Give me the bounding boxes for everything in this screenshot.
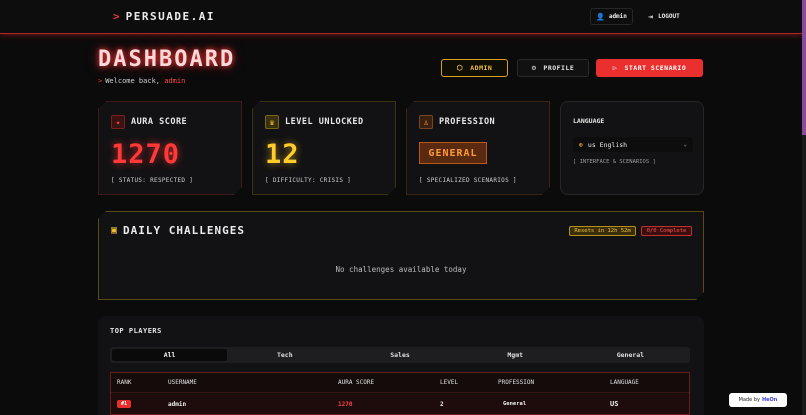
col-level: LEVEL: [440, 379, 459, 386]
level-difficulty: [ DIFFICULTY: CRISIS ]: [265, 177, 352, 184]
col-aura-score: AURA SCORE: [338, 379, 375, 386]
logout-button[interactable]: ⇥ LOGOUT: [640, 8, 688, 25]
tab-mgmt[interactable]: Mgmt: [458, 349, 573, 361]
aura-score-value: 1270: [111, 139, 181, 170]
row-level: 2: [440, 400, 444, 408]
top-players-panel: TOP PLAYERS All Tech Sales Mgmt General …: [98, 316, 704, 415]
profession-badge: GENERAL: [419, 142, 487, 164]
row-language: US: [610, 400, 619, 408]
col-profession: PROFESSION: [498, 379, 535, 386]
chevron-down-icon: ⌄: [683, 141, 687, 148]
brand-name: PERSUADE.AI: [125, 10, 215, 23]
admin-button[interactable]: ⬡ ADMIN: [441, 59, 508, 77]
profile-button[interactable]: ⚙ PROFILE: [517, 59, 589, 77]
play-icon: ▷: [612, 64, 618, 72]
profile-button-label: PROFILE: [543, 64, 575, 72]
globe-icon: ⊕: [579, 140, 583, 149]
tab-sales[interactable]: Sales: [342, 349, 457, 361]
trophy-icon: ♛: [265, 115, 279, 129]
logout-icon: ⇥: [648, 12, 654, 21]
tab-general[interactable]: General: [573, 349, 688, 361]
aura-score-label: AURA SCORE: [131, 117, 188, 127]
logout-label: LOGOUT: [658, 13, 680, 20]
language-note: [ INTERFACE & SCENARIOS ]: [573, 159, 656, 165]
shield-icon: ⬡: [456, 64, 464, 72]
welcome-message: > Welcome back, admin: [98, 77, 185, 85]
admin-button-label: ADMIN: [470, 64, 493, 72]
language-select[interactable]: ⊕ us English ⌄: [573, 137, 693, 152]
made-by-badge[interactable]: Made by HeOn: [729, 393, 787, 407]
user-name: admin: [608, 13, 627, 20]
page-scrollbar[interactable]: [802, 0, 806, 415]
briefcase-icon: ♙: [419, 115, 433, 129]
aura-score-card: ✦ AURA SCORE 1270 [ STATUS: RESPECTED ]: [98, 101, 242, 195]
leaderboard-table: RANK USERNAME AURA SCORE LEVEL PROFESSIO…: [110, 372, 690, 415]
language-card: LANGUAGE ⊕ us English ⌄ [ INTERFACE & SC…: [560, 101, 704, 195]
resets-badge: Resets in 12h 52m: [569, 226, 636, 236]
calendar-icon: ▣: [111, 225, 118, 236]
level-unlocked-card: ♛ LEVEL UNLOCKED 12 [ DIFFICULTY: CRISIS…: [252, 101, 396, 195]
table-header: RANK USERNAME AURA SCORE LEVEL PROFESSIO…: [111, 373, 689, 393]
row-username: admin: [168, 400, 187, 408]
page-title: DASHBOARD: [98, 47, 236, 72]
language-label: LANGUAGE: [573, 117, 605, 125]
welcome-chevron-icon: >: [98, 77, 103, 85]
empty-challenges-message: No challenges available today: [335, 265, 467, 274]
col-language: LANGUAGE: [610, 379, 639, 386]
aura-status: [ STATUS: RESPECTED ]: [111, 177, 194, 184]
gear-icon: ⚙: [531, 64, 537, 72]
leaderboard-tabs: All Tech Sales Mgmt General: [110, 347, 690, 363]
made-by-prefix: Made by: [738, 397, 760, 403]
row-profession: General: [503, 401, 527, 407]
level-unlocked-label: LEVEL UNLOCKED: [285, 117, 364, 127]
level-value: 12: [265, 139, 300, 170]
start-scenario-label: START SCENARIO: [624, 64, 687, 72]
user-menu-button[interactable]: 👤 admin: [590, 8, 633, 25]
col-rank: RANK: [117, 379, 132, 386]
profession-card: ♙ PROFESSION GENERAL [ SPECIALIZED SCENA…: [406, 101, 550, 195]
start-scenario-button[interactable]: ▷ START SCENARIO: [596, 59, 703, 77]
user-icon: 👤: [596, 12, 605, 21]
table-row[interactable]: #1 admin 1270 2 General US: [111, 394, 689, 414]
complete-badge: 0/0 Complete: [641, 226, 692, 236]
top-navbar: > PERSUADE.AI 👤 admin ⇥ LOGOUT: [0, 0, 802, 34]
tab-all[interactable]: All: [112, 349, 228, 361]
daily-challenges-title: DAILY CHALLENGES: [123, 224, 245, 237]
tab-tech[interactable]: Tech: [227, 349, 342, 361]
brand-logo[interactable]: > PERSUADE.AI: [113, 10, 215, 23]
star-icon: ✦: [111, 115, 125, 129]
rank-badge: #1: [117, 400, 132, 408]
made-by-brand: HeOn: [761, 397, 778, 403]
profession-note: [ SPECIALIZED SCENARIOS ]: [419, 177, 517, 184]
top-players-title: TOP PLAYERS: [110, 327, 162, 335]
welcome-prefix: Welcome back,: [105, 77, 161, 85]
profession-label: PROFESSION: [439, 117, 496, 127]
row-aura-score: 1270: [338, 400, 353, 408]
daily-challenges-panel: ▣ DAILY CHALLENGES Resets in 12h 52m 0/0…: [98, 211, 704, 300]
welcome-username: admin: [164, 77, 186, 85]
language-selected: us English: [587, 140, 628, 149]
brand-chevron-icon: >: [113, 10, 120, 23]
col-username: USERNAME: [168, 379, 197, 386]
scrollbar-thumb[interactable]: [802, 0, 806, 135]
